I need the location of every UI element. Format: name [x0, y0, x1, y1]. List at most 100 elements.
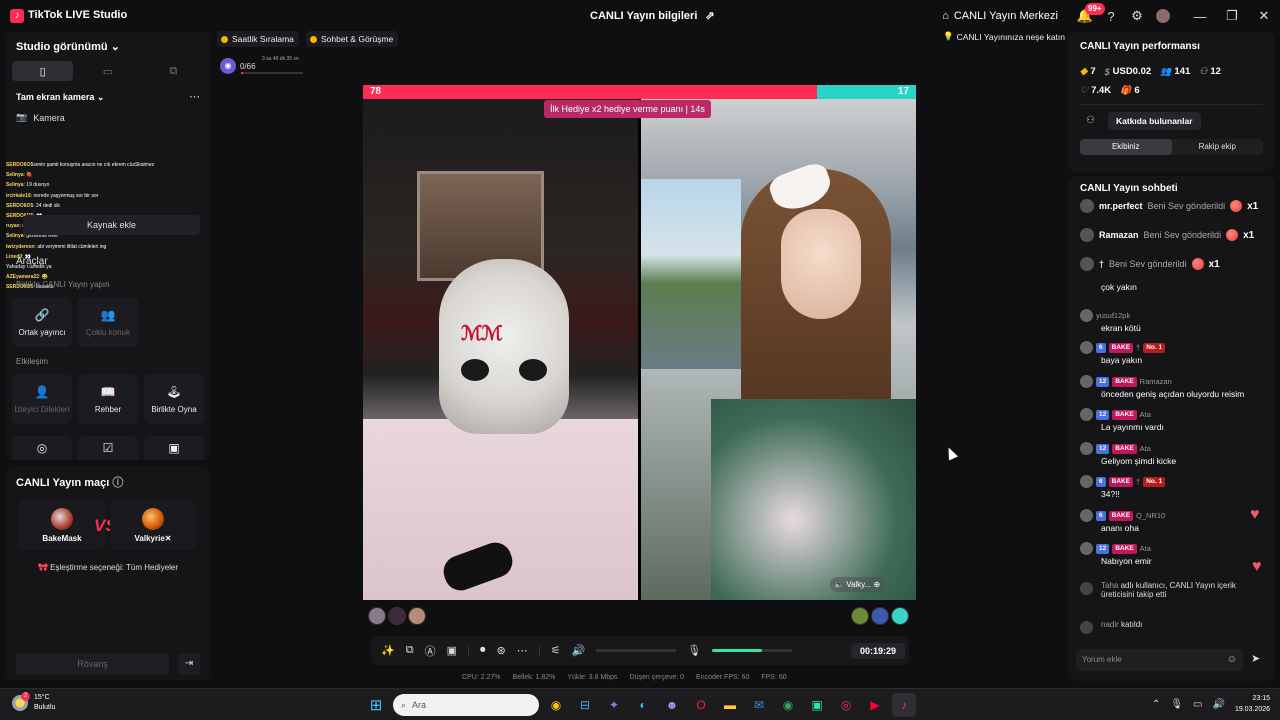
add-source-button[interactable]: Kaynak ekle [23, 215, 200, 235]
help-icon[interactable]: ? [1098, 0, 1124, 32]
camera-settings-icon[interactable]: ⊛ [496, 644, 505, 657]
edge-icon[interactable]: ◐ [631, 693, 655, 717]
chat-username[interactable]: Q_NR10 [1136, 511, 1165, 520]
chrome-profile-icon[interactable]: ◉ [776, 693, 800, 717]
send-icon[interactable]: ➤ [1251, 652, 1260, 665]
comment-input[interactable]: Yorum ekle ☺ [1076, 649, 1243, 671]
fun-chip[interactable]: 💡 CANLI Yayınınıza neşe katın [943, 31, 1065, 42]
multi-guest-button[interactable]: 👥 Çoklu konuk [78, 297, 138, 347]
guide-button[interactable]: 📖 Rehber [78, 374, 138, 424]
live-info-title[interactable]: CANLI Yayın bilgileri ⇗ [590, 9, 715, 23]
avatar[interactable] [1080, 309, 1093, 322]
chat-message[interactable]: yusuf12pk ekran kötü [1080, 309, 1270, 333]
volume-slider[interactable] [596, 649, 677, 652]
layout-portrait-tab[interactable]: ▯ [12, 61, 74, 81]
youtube-icon[interactable]: ▶ [863, 693, 887, 717]
sliders-icon[interactable]: ⚟ [551, 644, 561, 657]
minimize-button[interactable]: — [1184, 0, 1216, 32]
speaker-icon[interactable]: 🔊 [572, 644, 586, 657]
mic-level-slider[interactable] [712, 649, 793, 652]
chat-message[interactable]: 6 BAKE † No. 1 baya yakın [1080, 341, 1270, 365]
media-icon[interactable]: ▣ [447, 644, 457, 657]
more-icon[interactable]: ⋯ [189, 90, 200, 103]
magic-wand-icon[interactable]: ✨ [381, 644, 395, 657]
app-icon[interactable]: ▣ [805, 693, 829, 717]
gear-icon[interactable]: ⚙ [1124, 0, 1150, 32]
chat-message[interactable]: 12 BAKE Ata La yayınmı vardı [1080, 408, 1270, 432]
avatar[interactable] [1080, 475, 1093, 488]
taskbar-search[interactable]: ⌕ Ara [393, 694, 539, 716]
discord-icon[interactable]: ☻ [660, 693, 684, 717]
player-card-valkyrie[interactable]: Valkyrie✕ [110, 500, 196, 550]
viewer-avatar[interactable] [408, 607, 426, 625]
tab-your-team[interactable]: Ekibiniz [1080, 139, 1172, 155]
chat-username[interactable]: Ata [1140, 410, 1151, 419]
chat-username[interactable]: Ata [1140, 544, 1151, 553]
teams-icon[interactable]: ✦ [602, 693, 626, 717]
goal-widget[interactable]: ◉ 0/66 3 sa 40 dk 35 sn [220, 56, 310, 76]
tool-button-row4-2[interactable]: ☑ [78, 436, 138, 460]
microphone-icon[interactable]: 🎙 [1170, 699, 1183, 710]
bell-icon[interactable]: 🔔 99+ [1072, 0, 1105, 32]
viewer-avatar[interactable] [851, 607, 869, 625]
record-icon[interactable]: ⏺ [480, 644, 486, 657]
chat-call-chip[interactable]: Sohbet & Görüşme [306, 31, 399, 47]
play-together-button[interactable]: 🕹 Birlikte Oyna [144, 374, 204, 424]
hourly-ranking-chip[interactable]: Saatlik Sıralama [217, 31, 299, 47]
chat-username[interactable]: † [1136, 343, 1140, 352]
weather-widget[interactable]: 2 15°C Bulutlu [12, 692, 55, 713]
info-icon[interactable]: ⓘ [112, 477, 123, 489]
viewer-avatar[interactable] [871, 607, 889, 625]
chat-username[interactable]: Ata [1140, 444, 1151, 453]
exit-match-icon[interactable]: ⇥ [178, 653, 200, 675]
chat-message[interactable]: çok yakın [1080, 282, 1270, 292]
viewer-avatar[interactable] [368, 607, 386, 625]
chat-username[interactable]: yusuf12pk [1096, 311, 1130, 320]
share-icon[interactable]: ⇗ [705, 9, 714, 22]
avatar[interactable] [1080, 341, 1093, 354]
layout-split-tab[interactable]: ⧉ [143, 61, 204, 81]
screen-share-icon[interactable]: ⧉ [406, 644, 414, 657]
viewer-avatar[interactable] [891, 607, 909, 625]
store-icon[interactable]: ⊟ [573, 693, 597, 717]
live-center-button[interactable]: ⌂ CANLI Yayın Merkezi [942, 10, 1058, 22]
opera-icon[interactable]: O [689, 693, 713, 717]
avatar[interactable] [1080, 542, 1093, 555]
avatar[interactable] [1080, 442, 1093, 455]
tool-button-row4-1[interactable]: ◎ [12, 436, 72, 460]
speaker-icon[interactable]: 🔊 [1213, 699, 1225, 710]
scene-dropdown[interactable]: Tam ekran kamera ⌄ [16, 92, 104, 103]
chat-username[interactable]: † [1136, 477, 1140, 486]
microphone-icon[interactable]: 🎙 [687, 644, 701, 657]
folder-icon[interactable]: ▬ [718, 693, 742, 717]
studio-view-dropdown[interactable]: Studio görünümü ⌄ [16, 40, 120, 53]
tiktok-studio-icon[interactable]: ♪ [892, 693, 916, 717]
mail-icon[interactable]: ✉ [747, 693, 771, 717]
tool-button-row4-3[interactable]: ▣ [144, 436, 204, 460]
chat-username[interactable]: Ramazan [1140, 377, 1172, 386]
network-icon[interactable]: ▭ [1193, 699, 1202, 710]
chat-message[interactable]: 6 BAKE Q_NR10 ananı oha [1080, 509, 1270, 533]
rematch-button[interactable]: Rövanş [16, 653, 169, 675]
ai-icon[interactable]: Ⓐ [425, 643, 436, 659]
opera-gx-icon[interactable]: ◎ [834, 693, 858, 717]
guest-tag[interactable]: 🔈 Valky... ⊕ [830, 577, 885, 592]
layout-landscape-tab[interactable]: ▭ [77, 61, 138, 81]
viewer-requests-button[interactable]: 👤 İzleyici Dilekleri [12, 374, 72, 424]
chat-message[interactable]: 12 BAKE Ramazan önceden geniş açıdan oluyor… [1080, 375, 1270, 399]
avatar[interactable] [1080, 509, 1093, 522]
live-preview[interactable]: ℳℳ 78 17 İlk Hediye x2 hediye verme puan… [363, 85, 916, 600]
more-icon[interactable]: ⋯ [517, 644, 528, 657]
clock[interactable]: 23:15 19.03.2026 [1235, 693, 1270, 715]
maximize-button[interactable]: ❐ [1216, 0, 1248, 32]
emoji-icon[interactable]: ☺ [1227, 649, 1237, 671]
close-button[interactable]: ✕ [1248, 0, 1280, 32]
contributors-button[interactable]: Katkıda bulunanlar [1108, 112, 1201, 130]
tab-rival-team[interactable]: Rakip ekip [1172, 139, 1264, 155]
viewer-avatar[interactable] [388, 607, 406, 625]
player-card-bakemask[interactable]: BakeMask [19, 500, 105, 550]
windows-start-icon[interactable]: ⊞ [364, 693, 388, 717]
chat-message[interactable]: 6 BAKE † No. 1 34?!! [1080, 475, 1270, 499]
chrome-icon[interactable]: ◉ [544, 693, 568, 717]
chevron-up-icon[interactable]: ⌃ [1152, 699, 1160, 710]
